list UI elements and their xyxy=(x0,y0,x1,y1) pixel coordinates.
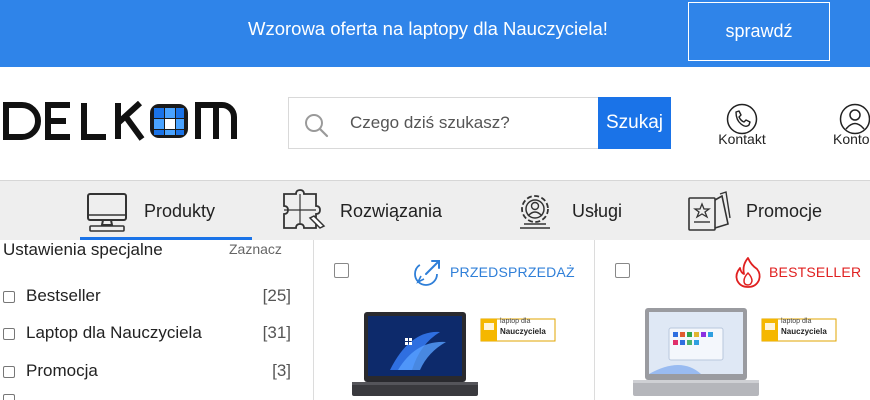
teacher-tag-line2: Nauczyciela xyxy=(781,327,827,336)
nav-label-rozwiazania: Rozwiązania xyxy=(340,200,443,221)
contact-label: Kontakt xyxy=(718,131,766,147)
gear-person-icon xyxy=(520,195,550,229)
badge-label: BESTSELLER xyxy=(769,264,862,280)
nav-item-promocje[interactable]: Promocje xyxy=(686,181,822,241)
search-icon xyxy=(305,114,329,138)
delkom-logo[interactable] xyxy=(2,101,238,141)
nav-item-uslugi[interactable]: Usługi xyxy=(512,181,622,241)
search-input[interactable] xyxy=(350,113,590,133)
teacher-laptop-tag: laptop dla Nauczyciela xyxy=(761,318,837,342)
rocket-icon xyxy=(414,260,440,286)
nav-label-promocje: Promocje xyxy=(746,200,823,221)
puzzle-icon xyxy=(283,189,326,229)
main-nav: Produkty Rozwiązania Usługi Promocje xyxy=(0,180,870,240)
badge-label: PRZEDSPRZEDAŻ xyxy=(450,264,575,280)
preorder-badge: PRZEDSPRZEDAŻ xyxy=(412,256,575,288)
account-label: Konto xyxy=(833,131,870,147)
filters-select-button[interactable]: Zaznacz xyxy=(229,241,282,257)
search-bar: Szukaj xyxy=(288,97,671,149)
compare-checkbox[interactable] xyxy=(334,263,349,278)
filter-checkbox[interactable] xyxy=(3,291,15,303)
laptop-image[interactable] xyxy=(631,306,761,400)
tag-icon xyxy=(688,191,731,231)
nav-item-rozwiazania[interactable]: Rozwiązania xyxy=(280,181,442,241)
filter-bestseller[interactable]: Bestseller [25] xyxy=(3,285,293,309)
computer-icon xyxy=(87,193,127,232)
teacher-tag-line2: Nauczyciela xyxy=(500,327,546,336)
teacher-laptop-tag: laptop dla Nauczyciela xyxy=(480,318,556,342)
laptop-image[interactable] xyxy=(350,310,480,400)
filter-laptop-nauczyciela[interactable]: Laptop dla Nauczyciela [31] xyxy=(3,322,293,346)
filters-title: Ustawienia specjalne xyxy=(3,240,163,259)
flame-icon xyxy=(735,257,761,288)
bestseller-badge: BESTSELLER xyxy=(733,256,861,288)
promo-banner: Wzorowa oferta na laptopy dla Nauczyciel… xyxy=(0,0,870,67)
filter-count: [3] xyxy=(272,361,291,380)
teacher-tag-line1: laptop dla xyxy=(500,318,531,325)
account-link[interactable]: Konto xyxy=(833,103,870,147)
product-card[interactable]: BESTSELLER laptop dla Nauczyciela xyxy=(595,240,870,400)
filter-count: [25] xyxy=(262,286,291,305)
filter-checkbox[interactable] xyxy=(3,328,15,340)
filter-label: Bestseller xyxy=(26,286,101,305)
promo-check-button[interactable]: sprawdź xyxy=(688,2,830,61)
filter-label: Promocja xyxy=(26,361,98,380)
nav-label-uslugi: Usługi xyxy=(572,200,623,221)
promo-text: Wzorowa oferta na laptopy dla Nauczyciel… xyxy=(248,18,608,39)
filter-count: [31] xyxy=(262,323,291,342)
product-card[interactable]: PRZEDSPRZEDAŻ laptop dla Nauczyciela xyxy=(314,240,594,400)
contact-link[interactable]: Kontakt xyxy=(709,103,775,147)
filter-checkbox[interactable] xyxy=(3,366,15,378)
search-button[interactable]: Szukaj xyxy=(598,97,671,149)
nav-item-produkty[interactable]: Produkty xyxy=(84,181,215,241)
compare-checkbox[interactable] xyxy=(615,263,630,278)
teacher-tag-line1: laptop dla xyxy=(781,318,812,325)
filter-label: Laptop dla Nauczyciela xyxy=(26,323,202,342)
filter-row-partial xyxy=(3,394,15,400)
filter-promocja[interactable]: Promocja [3] xyxy=(3,360,293,384)
nav-label-produkty: Produkty xyxy=(144,200,216,221)
